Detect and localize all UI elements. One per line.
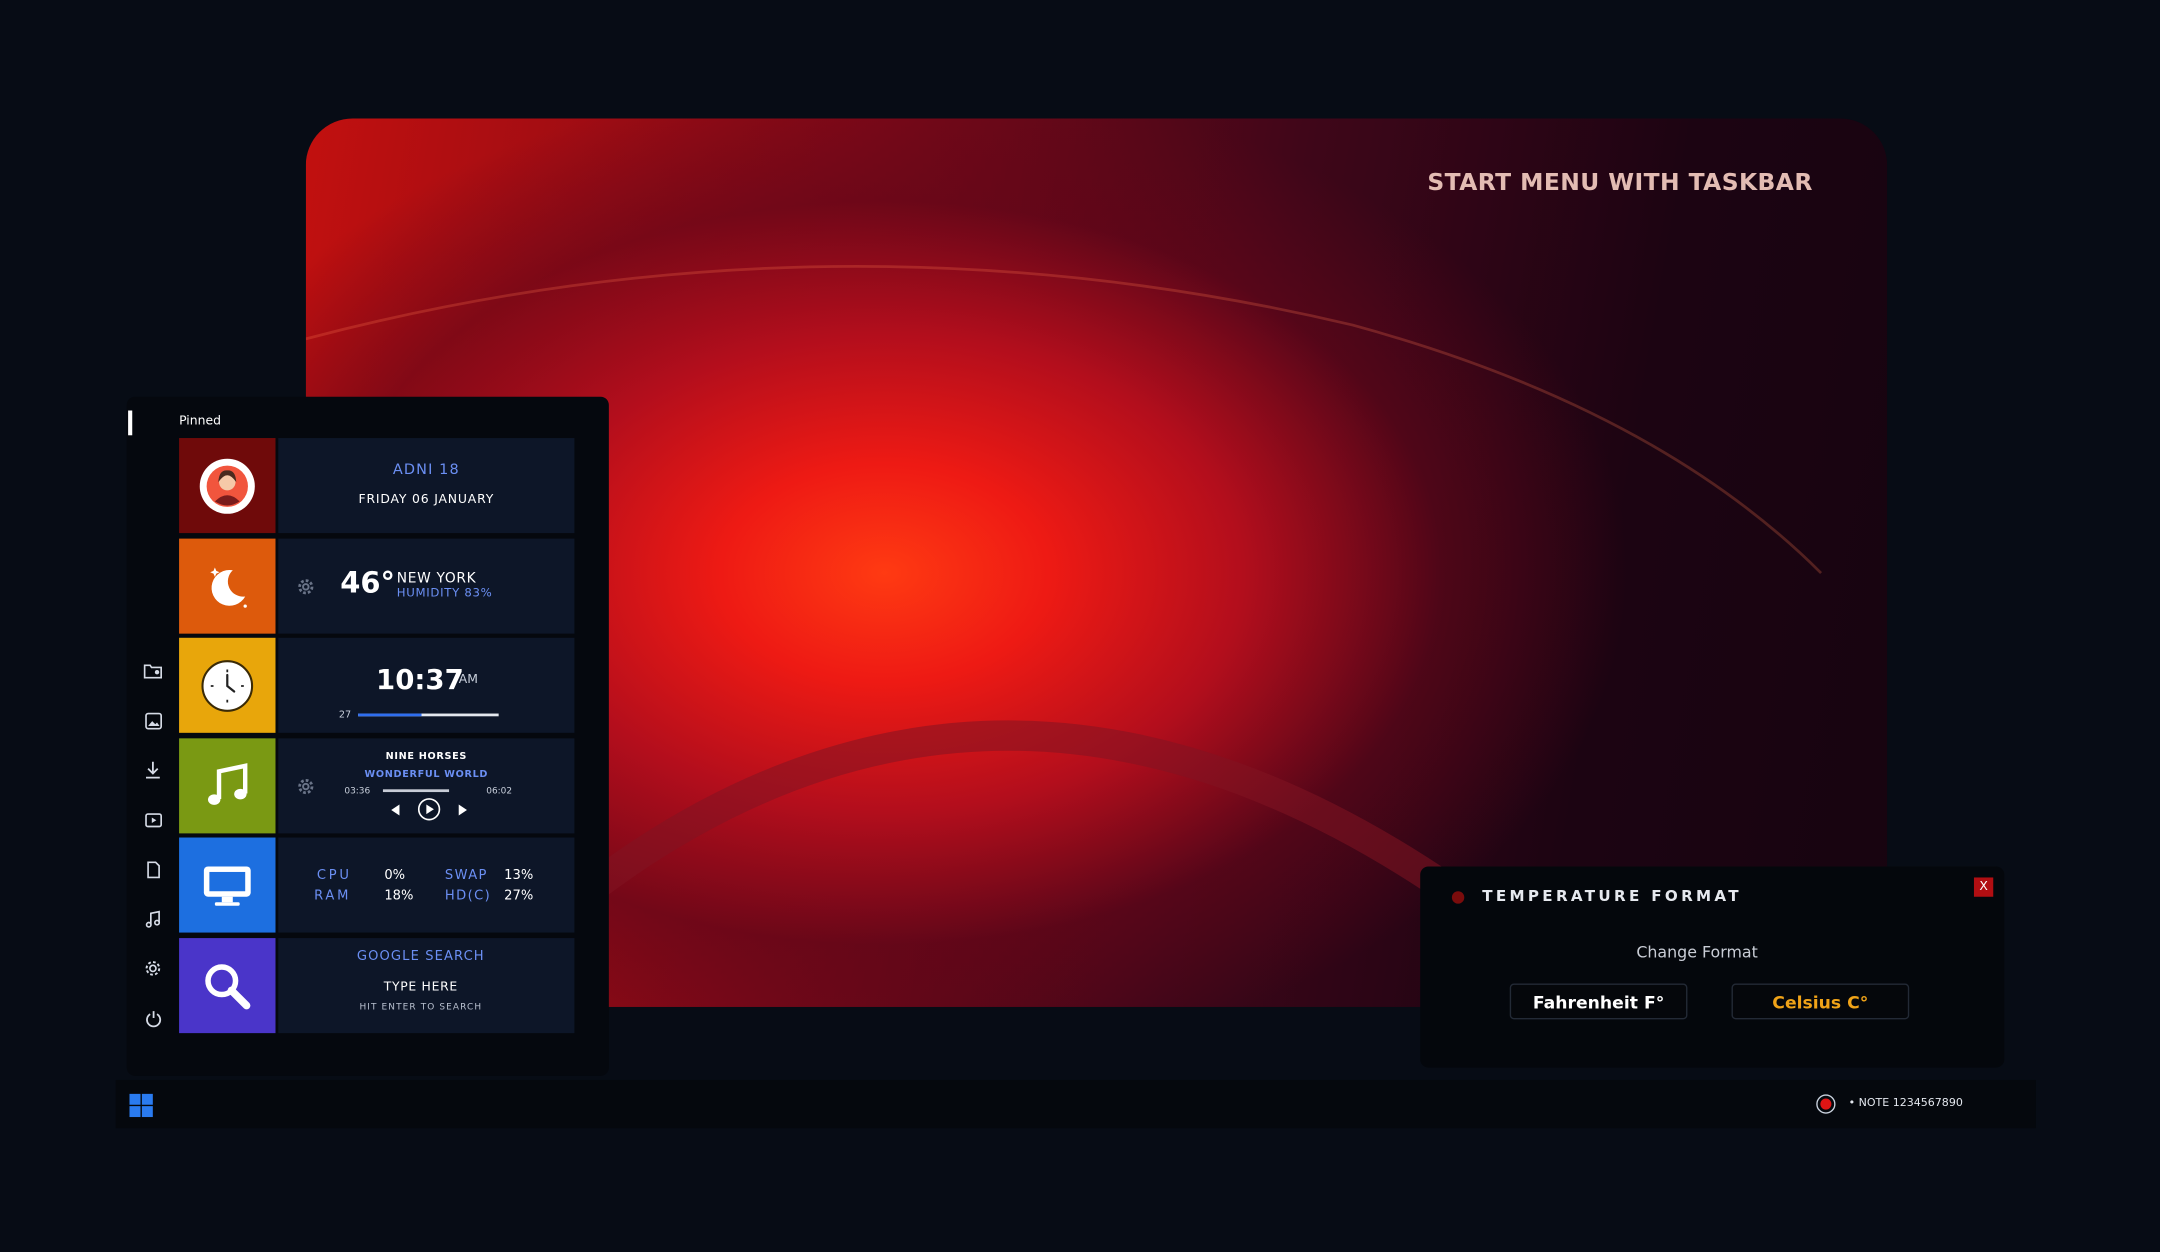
start-menu: Pinned ADNI 18 FRIDAY 06 JANUARY 46° NEW… [126,396,609,1076]
rail-indicator [128,410,133,436]
seconds-progress-track [358,713,499,716]
taskbar: • NOTE 1234567890 [115,1079,2036,1129]
user-tile[interactable] [179,438,276,534]
user-avatar-icon [199,458,255,514]
music-settings-icon[interactable] [296,777,315,796]
cpu-label: CPU [316,867,352,883]
celsius-button[interactable]: Celsius C° [1731,983,1910,1020]
swap-label: SWAP [444,867,488,883]
music-seek-bar[interactable] [382,789,450,792]
previous-track-icon[interactable] [388,803,402,817]
search-input[interactable]: TYPE HERE [278,981,563,995]
close-button[interactable]: X [1973,877,1994,897]
ram-label: RAM [314,888,352,904]
swap-value: 13% [504,867,534,883]
hd-label: HD(C) [444,888,492,904]
music-duration: 06:02 [486,785,513,797]
music-elapsed: 03:36 [344,785,371,797]
record-icon[interactable] [1816,1094,1837,1115]
image-icon[interactable] [138,705,168,735]
folder-user-icon[interactable] [138,656,168,686]
download-icon[interactable] [138,755,168,785]
search-title: GOOGLE SEARCH [356,949,485,965]
document-icon[interactable] [138,854,168,884]
music-note-icon[interactable] [138,904,168,934]
moon-icon [210,566,247,608]
user-panel: ADNI 18 FRIDAY 06 JANUARY [278,438,575,534]
music-note-tile-icon [208,762,248,805]
seconds-progress-fill [358,713,422,716]
clock-icon [201,659,254,712]
cpu-value: 0% [384,867,406,883]
search-tile[interactable] [179,938,276,1034]
music-panel: NINE HORSES WONDERFUL WORLD 03:36 06:02 [278,738,575,834]
play-button-icon[interactable] [417,798,441,821]
hd-value: 27% [504,888,534,904]
music-tile[interactable] [179,738,276,834]
next-track-icon[interactable] [456,803,470,817]
clock-time: 10:37 [376,662,464,696]
humidity-value: HUMIDITY 83% [396,586,493,601]
system-tile[interactable] [179,837,276,933]
city-name: NEW YORK [396,571,477,587]
temperature-value: 46° [340,566,395,600]
search-panel: GOOGLE SEARCH TYPE HERE HIT ENTER TO SEA… [278,938,575,1034]
pinned-label: Pinned [179,414,221,429]
monitor-icon [203,865,251,906]
taskbar-note[interactable]: • NOTE 1234567890 [1849,1096,1963,1108]
user-name: ADNI 18 [392,461,460,478]
wallpaper-title: START MENU WITH TASKBAR [1427,169,1813,197]
weather-settings-icon[interactable] [296,577,315,596]
music-track: WONDERFUL WORLD [364,768,489,780]
search-hint: HIT ENTER TO SEARCH [359,1001,483,1013]
ram-value: 18% [384,888,414,904]
windows-start-icon[interactable] [129,1093,153,1118]
gear-icon[interactable] [138,953,168,983]
weather-panel: 46° NEW YORK HUMIDITY 83% [278,538,575,634]
weather-tile[interactable] [179,538,276,634]
music-artist: NINE HORSES [385,750,468,762]
fahrenheit-button[interactable]: Fahrenheit F° [1509,983,1688,1020]
video-icon[interactable] [138,804,168,834]
clock-tile[interactable] [179,637,276,733]
clock-meridiem: AM [458,673,478,688]
system-panel: CPU 0% SWAP 13% RAM 18% HD(C) 27% [278,837,575,933]
temperature-format-dialog: TEMPERATURE FORMAT X Change Format Fahre… [1420,866,2005,1068]
dialog-title: TEMPERATURE FORMAT [1482,887,1742,906]
dialog-status-dot [1451,891,1465,904]
clock-panel: 10:37 AM 27 [278,637,575,733]
clock-seconds: 27 [338,709,352,721]
power-icon[interactable] [138,1003,168,1033]
search-icon [205,963,251,1009]
current-date: FRIDAY 06 JANUARY [358,493,495,507]
dialog-subtitle: Change Format [1636,942,1758,962]
